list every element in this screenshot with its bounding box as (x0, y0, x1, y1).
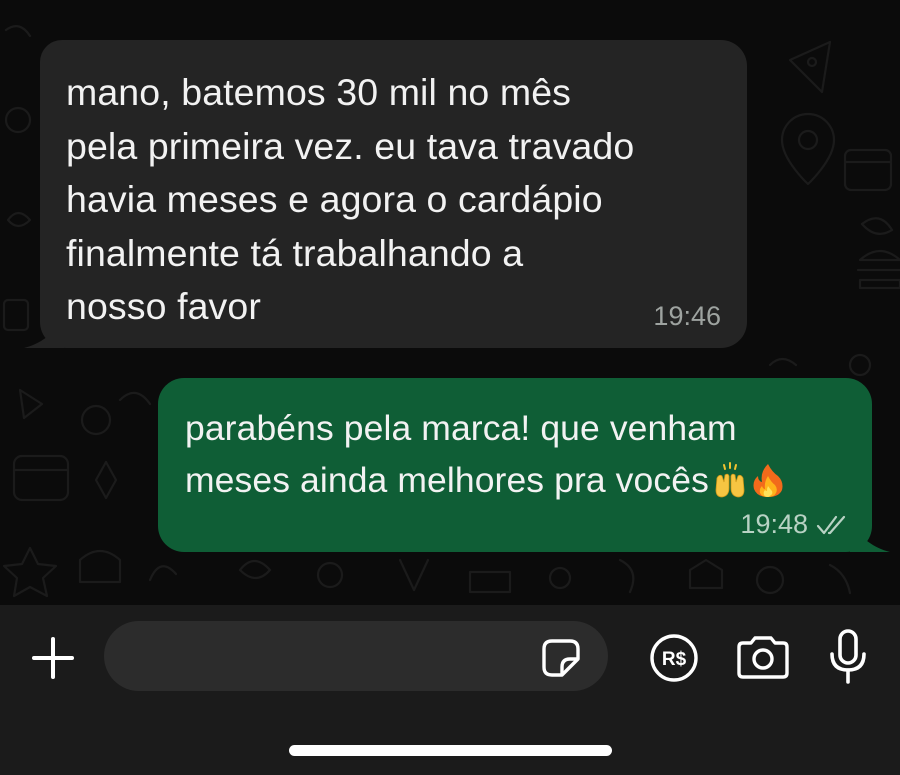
brl-payment-icon: R$ (650, 634, 698, 682)
message-time: 19:48 (740, 509, 808, 539)
bubble-tail (850, 522, 890, 552)
double-check-icon (816, 515, 846, 534)
fire-emoji-icon (753, 464, 783, 497)
attach-button[interactable] (28, 633, 78, 683)
message-meta: 19:48 (740, 509, 850, 540)
payment-button[interactable]: R$ (648, 632, 700, 684)
chat-screen: mano, batemos 30 mil no mês pela primeir… (0, 0, 900, 775)
message-time: 19:46 (653, 301, 721, 331)
message-text-body: parabéns pela marca! que venham meses ai… (185, 408, 737, 500)
camera-button[interactable] (734, 633, 792, 683)
sticker-icon (542, 639, 580, 677)
outgoing-message-bubble[interactable]: parabéns pela marca! que venham meses ai… (158, 378, 890, 552)
plus-icon (32, 637, 74, 679)
raising-hands-emoji-icon (715, 462, 745, 498)
home-indicator[interactable] (289, 745, 612, 756)
message-text: parabéns pela marca! que venham meses ai… (185, 402, 848, 506)
incoming-message-bubble[interactable]: mano, batemos 30 mil no mês pela primeir… (24, 40, 747, 348)
voice-message-button[interactable] (826, 627, 870, 687)
sticker-button[interactable] (538, 635, 584, 681)
bubble-tail (24, 318, 64, 348)
message-meta: 19:46 (653, 301, 721, 332)
payment-label: R$ (662, 649, 687, 670)
camera-icon (737, 636, 789, 679)
message-list: mano, batemos 30 mil no mês pela primeir… (0, 0, 900, 605)
message-text: mano, batemos 30 mil no mês pela primeir… (66, 71, 635, 327)
message-input[interactable] (104, 621, 608, 691)
microphone-icon (830, 629, 866, 684)
